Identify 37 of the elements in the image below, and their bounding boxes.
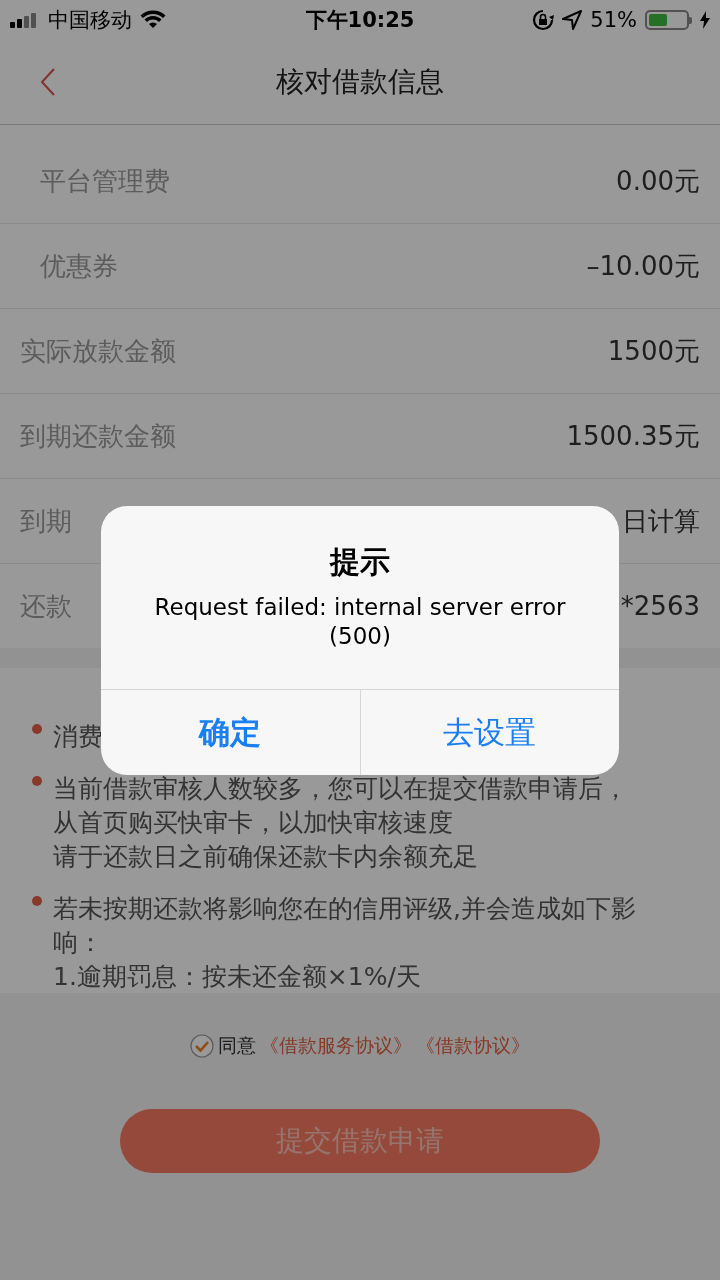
clock-time: 下午10:25 [305,7,415,34]
agreement-link[interactable]: 《借款服务协议》 [260,1033,412,1059]
row-label: 平台管理费 [40,164,170,198]
row-value: 1500元 [607,334,700,368]
agree-label: 同意 [218,1033,256,1058]
alert-button[interactable]: 确定 [101,690,360,775]
note-text: 1.逾期罚息：按未还金额×1%/天 [53,961,421,993]
back-icon[interactable] [40,68,56,96]
battery-icon [645,10,692,30]
alert-title: 提示 [330,543,390,581]
alert-message: Request failed: internal server error (500) [154,593,566,651]
location-arrow-icon [562,10,583,30]
carrier-name: 中国移动 [48,7,132,34]
row-value: 1500.35元 [566,419,700,453]
page-title: 核对借款信息 [276,64,444,100]
row-value: –10.00元 [586,249,700,283]
wifi-icon [140,10,166,30]
row-value: 日计算 [622,504,700,538]
bullet-dot [32,896,42,906]
alert-button[interactable]: 去设置 [359,690,619,775]
note-text: 请于还款日之前确保还款卡内余额充足 [53,841,478,873]
agreement-link[interactable]: 《借款协议》 [416,1033,530,1059]
row-value: 0.00元 [616,164,700,198]
row-label: 实际放款金额 [20,334,176,368]
row-label: 还款 [20,589,72,623]
checkbox[interactable] [190,1034,214,1058]
row-label: 优惠券 [40,249,118,283]
battery-percent: 51% [590,8,637,32]
note-text: 当前借款审核人数较多，您可以在提交借款申请后， 从首页购买快审卡，以加快审核速度 [53,773,628,839]
row-label: 到期 [20,504,72,538]
row-label: 到期还款金额 [20,419,176,453]
row-value: *2563 [620,591,700,621]
rotation-lock-icon [532,9,555,31]
bullet-dot [32,776,42,786]
note-text: 消费 [53,721,103,753]
note-text: 若未按期还款将影响您在的信用评级,并会造成如下影 响： [53,893,636,959]
bullet-dot [32,724,42,734]
